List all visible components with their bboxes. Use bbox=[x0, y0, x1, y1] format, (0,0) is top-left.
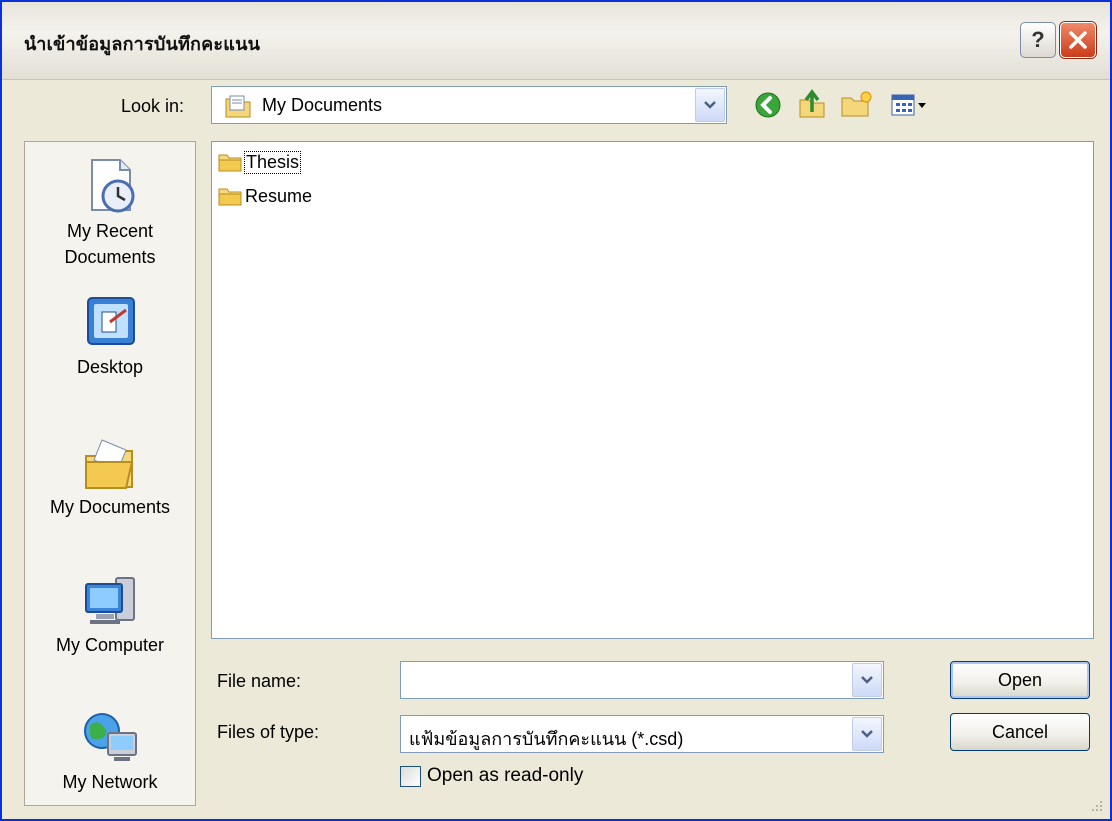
places-item-label: My Documents bbox=[49, 497, 171, 517]
views-menu-icon bbox=[891, 94, 926, 116]
new-folder-button[interactable] bbox=[840, 90, 874, 120]
help-icon: ? bbox=[1031, 27, 1045, 52]
checkbox-box[interactable] bbox=[400, 765, 421, 787]
look-in-dropdown[interactable]: My Documents bbox=[211, 86, 727, 124]
look-in-dropdown-arrow[interactable] bbox=[695, 88, 725, 122]
chevron-down-icon bbox=[861, 730, 873, 738]
cancel-button[interactable]: Cancel bbox=[950, 713, 1090, 751]
read-only-label: Open as read-only bbox=[427, 765, 584, 786]
places-item-my-recent-documents[interactable]: My Recent Documents bbox=[25, 156, 195, 270]
look-in-label: Look in: bbox=[121, 96, 185, 116]
folder-icon bbox=[218, 154, 242, 172]
folder-icon bbox=[218, 188, 242, 206]
file-name: Resume bbox=[245, 185, 313, 206]
open-as-read-only-checkbox[interactable]: Open as read-only bbox=[400, 765, 583, 787]
file-name: Thesis bbox=[244, 150, 302, 174]
up-folder-button[interactable] bbox=[797, 88, 827, 120]
places-item-label: Desktop bbox=[76, 357, 144, 377]
open-button-label: Open bbox=[997, 669, 1043, 690]
places-item-my-network[interactable]: My Network bbox=[25, 707, 195, 795]
places-item-my-computer[interactable]: My Computer bbox=[25, 570, 195, 658]
my-network-icon bbox=[84, 713, 137, 761]
file-type-dropdown[interactable]: แฟ้มข้อมูลการบันทึกคะแนน (*.csd) bbox=[400, 715, 884, 753]
open-file-dialog: นำเข้าข้อมูลการบันทึกคะแนน ? Look in: My… bbox=[0, 0, 1112, 821]
places-item-my-documents[interactable]: My Documents bbox=[25, 432, 195, 520]
help-button[interactable]: ? bbox=[1020, 22, 1056, 58]
resize-grip-icon[interactable] bbox=[1088, 797, 1104, 813]
my-documents-icon bbox=[85, 439, 134, 489]
dialog-title: นำเข้าข้อมูลการบันทึกคะแนน bbox=[24, 34, 261, 55]
look-in-value: My Documents bbox=[262, 95, 383, 115]
up-folder-icon bbox=[799, 89, 825, 118]
cancel-button-label: Cancel bbox=[991, 721, 1049, 742]
new-folder-icon bbox=[841, 91, 872, 117]
file-list[interactable]: Thesis Resume bbox=[211, 141, 1094, 639]
desktop-icon bbox=[87, 297, 135, 345]
back-button[interactable] bbox=[753, 90, 783, 120]
file-type-dropdown-arrow[interactable] bbox=[852, 717, 882, 751]
my-documents-small-icon bbox=[225, 95, 251, 118]
file-type-value: แฟ้มข้อมูลการบันทึกคะแนน (*.csd) bbox=[409, 729, 684, 749]
my-computer-icon bbox=[85, 577, 135, 624]
file-type-label: Files of type: bbox=[217, 722, 320, 742]
list-item-resume[interactable]: Resume bbox=[218, 182, 313, 210]
places-item-label: My Computer bbox=[55, 635, 165, 655]
views-menu-button[interactable] bbox=[889, 90, 929, 120]
close-icon bbox=[1069, 31, 1087, 49]
places-item-label: My Network bbox=[62, 772, 158, 792]
places-item-desktop[interactable]: Desktop bbox=[25, 292, 195, 380]
back-icon bbox=[755, 92, 781, 118]
chevron-down-icon bbox=[704, 101, 716, 109]
list-item-thesis[interactable]: Thesis bbox=[218, 148, 302, 176]
open-button[interactable]: Open bbox=[950, 661, 1090, 699]
title-bar[interactable]: นำเข้าข้อมูลการบันทึกคะแนน ? bbox=[2, 2, 1110, 80]
chevron-down-icon bbox=[861, 676, 873, 684]
close-button[interactable] bbox=[1060, 22, 1096, 58]
file-name-field[interactable] bbox=[400, 661, 884, 699]
file-name-label: File name: bbox=[217, 671, 302, 691]
file-name-dropdown-arrow[interactable] bbox=[852, 663, 882, 697]
places-bar: My Recent Documents Desktop My Documents bbox=[24, 141, 196, 806]
recent-documents-icon bbox=[91, 159, 135, 213]
places-item-label: My Recent Documents bbox=[64, 221, 156, 267]
